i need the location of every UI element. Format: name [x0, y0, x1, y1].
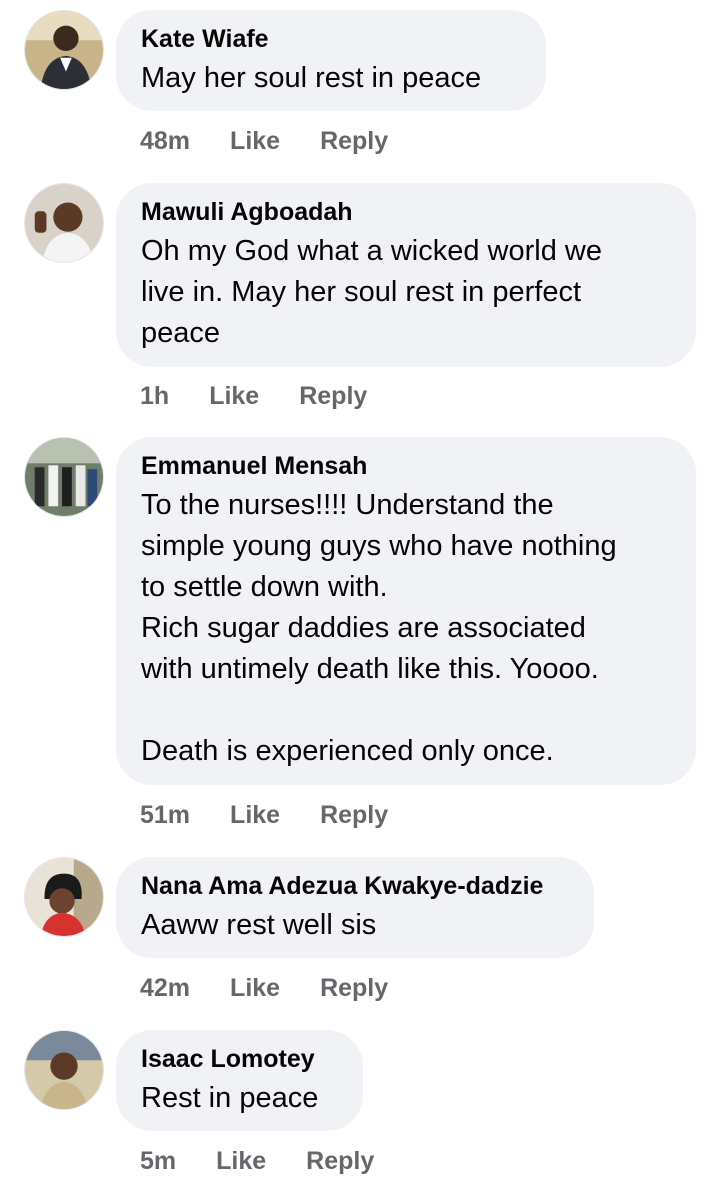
- comment-bubble: Kate Wiafe May her soul rest in peace: [116, 10, 546, 111]
- comment-author[interactable]: Emmanuel Mensah: [141, 451, 670, 481]
- reply-button[interactable]: Reply: [299, 382, 367, 411]
- comment-timestamp[interactable]: 5m: [140, 1147, 176, 1176]
- comment-text: Oh my God what a wicked world we live in…: [141, 235, 602, 349]
- reply-button[interactable]: Reply: [306, 1147, 374, 1176]
- like-button[interactable]: Like: [209, 382, 259, 411]
- comment-bubble: Mawuli Agboadah Oh my God what a wicked …: [116, 183, 696, 367]
- comment-actions: 42m Like Reply: [140, 974, 388, 1003]
- comment-actions: 51m Like Reply: [140, 801, 388, 830]
- like-button[interactable]: Like: [230, 801, 280, 830]
- comment-actions: 48m Like Reply: [140, 127, 388, 156]
- reply-button[interactable]: Reply: [320, 127, 388, 156]
- avatar[interactable]: [24, 857, 104, 937]
- comment-timestamp[interactable]: 42m: [140, 974, 190, 1003]
- comment-bubble: Nana Ama Adezua Kwakye-dadzie Aaww rest …: [116, 857, 594, 958]
- reply-button[interactable]: Reply: [320, 801, 388, 830]
- comment-timestamp[interactable]: 48m: [140, 127, 190, 156]
- like-button[interactable]: Like: [230, 127, 280, 156]
- comment-timestamp[interactable]: 1h: [140, 382, 169, 411]
- comment-text: May her soul rest in peace: [141, 62, 482, 94]
- avatar[interactable]: [24, 10, 104, 90]
- avatar[interactable]: [24, 183, 104, 263]
- comment-bubble: Isaac Lomotey Rest in peace: [116, 1030, 363, 1131]
- comment-timestamp[interactable]: 51m: [140, 801, 190, 830]
- avatar[interactable]: [24, 437, 104, 517]
- comment-bubble: Emmanuel Mensah To the nurses!!!! Unders…: [116, 437, 696, 785]
- comment-author[interactable]: Nana Ama Adezua Kwakye-dadzie: [141, 871, 568, 901]
- comment-actions: 5m Like Reply: [140, 1147, 374, 1176]
- like-button[interactable]: Like: [216, 1147, 266, 1176]
- like-button[interactable]: Like: [230, 974, 280, 1003]
- comment-text: Rest in peace: [141, 1082, 319, 1114]
- comment-author[interactable]: Mawuli Agboadah: [141, 197, 670, 227]
- reply-button[interactable]: Reply: [320, 974, 388, 1003]
- comment-text: To the nurses!!!! Understand the simple …: [141, 489, 617, 767]
- comment-text: Aaww rest well sis: [141, 909, 377, 941]
- comment-author[interactable]: Isaac Lomotey: [141, 1044, 337, 1074]
- avatar[interactable]: [24, 1030, 104, 1110]
- comment-actions: 1h Like Reply: [140, 382, 367, 411]
- comment-author[interactable]: Kate Wiafe: [141, 24, 520, 54]
